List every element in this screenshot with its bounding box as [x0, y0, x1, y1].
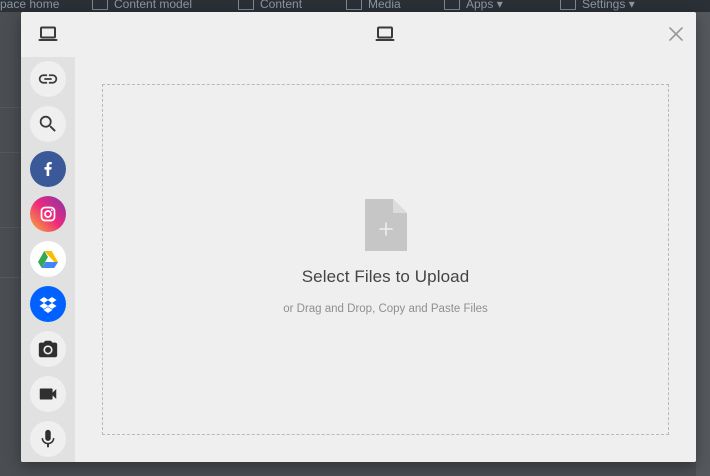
bg-nav-label: Settings [582, 0, 626, 11]
bg-nav-item: Content model [92, 0, 192, 11]
media-icon [346, 0, 362, 10]
dropbox-icon [39, 297, 57, 313]
background-side-panel [696, 12, 710, 476]
bg-nav-label: Content model [114, 0, 193, 11]
camera-icon [38, 340, 58, 358]
content-model-icon [92, 0, 108, 10]
source-search-button[interactable] [30, 106, 66, 142]
bg-nav-label: Apps [466, 0, 494, 11]
content-icon [238, 0, 254, 10]
apps-icon [444, 0, 460, 10]
bg-nav-label: Content [260, 0, 303, 11]
close-button[interactable] [666, 24, 686, 44]
source-video-button[interactable] [30, 376, 66, 412]
file-add-icon [365, 199, 407, 251]
upload-dropzone[interactable]: Select Files to Upload or Drag and Drop,… [102, 84, 669, 435]
source-google-drive-button[interactable] [30, 241, 66, 277]
source-link-button[interactable] [30, 61, 66, 97]
source-instagram-button[interactable] [30, 196, 66, 232]
bg-nav-item: Apps ▾ [444, 0, 503, 11]
laptop-icon [375, 26, 395, 42]
source-dropbox-button[interactable] [30, 286, 66, 322]
upload-subtitle: or Drag and Drop, Copy and Paste Files [283, 303, 488, 315]
source-sidebar [21, 57, 75, 462]
source-camera-button[interactable] [30, 331, 66, 367]
source-facebook-button[interactable] [30, 151, 66, 187]
bg-nav-item: Content [238, 0, 302, 11]
video-camera-icon [39, 388, 57, 400]
laptop-icon[interactable] [38, 26, 58, 42]
source-audio-button[interactable] [30, 421, 66, 457]
bg-nav-item: pace home [0, 0, 60, 11]
bg-nav-item: Media [346, 0, 401, 11]
instagram-icon [40, 206, 56, 222]
facebook-icon [44, 162, 52, 176]
link-icon [38, 74, 58, 84]
search-icon [39, 115, 56, 132]
modal-header [21, 12, 696, 57]
microphone-icon [41, 429, 55, 448]
close-icon [669, 27, 683, 41]
bg-nav-label: Media [368, 0, 401, 11]
settings-icon [560, 0, 576, 10]
upload-content-area: Select Files to Upload or Drag and Drop,… [75, 57, 696, 462]
google-drive-icon [38, 251, 58, 268]
bg-nav-item: Settings ▾ [560, 0, 635, 11]
upload-title: Select Files to Upload [301, 267, 470, 286]
background-top-nav: pace home Content model Content Media Ap… [0, 0, 710, 12]
file-picker-modal: Select Files to Upload or Drag and Drop,… [21, 12, 696, 462]
